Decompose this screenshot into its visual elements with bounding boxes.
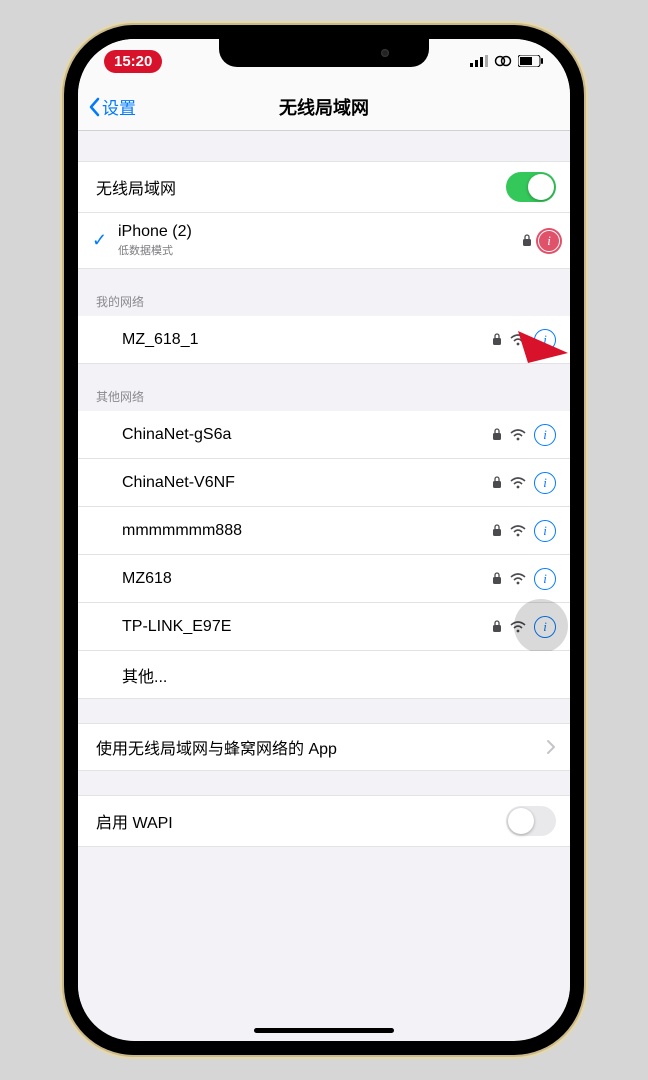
battery-icon [518,55,544,67]
network-row[interactable]: ChinaNet-V6NF i [78,459,570,507]
network-name: TP-LINK_E97E [122,618,231,636]
network-row[interactable]: mmmmmmm888 i [78,507,570,555]
lock-icon [492,333,502,346]
wifi-toggle-row[interactable]: 无线局域网 [78,161,570,213]
wapi-row[interactable]: 启用 WAPI [78,795,570,847]
annotation-arrow-icon [510,323,570,383]
chevron-left-icon [88,97,100,117]
home-indicator[interactable] [254,1028,394,1033]
back-button[interactable]: 设置 [88,94,136,119]
other-network-row[interactable]: 其他... [78,651,570,699]
info-button[interactable]: i [534,472,556,494]
back-label: 设置 [102,94,136,119]
cellular-icon [470,55,488,67]
wifi-label: 无线局域网 [96,175,176,199]
info-button[interactable]: i [534,424,556,446]
notch [219,39,429,67]
content[interactable]: 无线局域网 ✓ iPhone (2) 低数据模式 i [78,131,570,1037]
connected-name: iPhone (2) [118,223,192,241]
lock-icon [492,476,502,489]
status-icons [470,55,544,67]
connected-mode: 低数据模式 [118,242,192,258]
lock-icon [492,524,502,537]
info-button[interactable]: i [534,616,556,638]
wifi-icon [510,429,526,441]
screen: 15:20 设置 无线局域网 无线局域网 [78,39,570,1041]
lock-icon [492,428,502,441]
network-row[interactable]: ChinaNet-gS6a i [78,411,570,459]
nav-bar: 设置 无线局域网 [78,83,570,131]
hotspot-icon [494,55,512,67]
apps-row-label: 使用无线局域网与蜂窝网络的 App [96,735,337,759]
network-name: ChinaNet-gS6a [122,426,231,444]
chevron-right-icon [546,739,556,755]
network-name: mmmmmmm888 [122,522,242,540]
network-row[interactable]: TP-LINK_E97E i [78,603,570,651]
other-networks-header: 其他网络 [78,388,570,411]
wifi-icon [510,477,526,489]
network-row[interactable]: MZ618 i [78,555,570,603]
apps-using-wifi-row[interactable]: 使用无线局域网与蜂窝网络的 App [78,723,570,771]
wifi-toggle[interactable] [506,172,556,202]
wapi-label: 启用 WAPI [96,809,173,833]
my-networks-header: 我的网络 [78,293,570,316]
network-name: ChinaNet-V6NF [122,474,235,492]
status-time: 15:20 [104,50,162,73]
checkmark-icon: ✓ [92,230,114,251]
wapi-toggle[interactable] [506,806,556,836]
wifi-icon [510,621,526,633]
phone-frame: 15:20 设置 无线局域网 无线局域网 [64,25,584,1055]
connected-network-row[interactable]: ✓ iPhone (2) 低数据模式 i [78,213,570,269]
info-button[interactable]: i [534,520,556,542]
network-name: MZ_618_1 [122,331,199,349]
lock-icon [492,620,502,633]
lock-icon [522,234,532,247]
info-button[interactable]: i [534,568,556,590]
info-button[interactable]: i [536,228,562,254]
wifi-icon [510,525,526,537]
lock-icon [492,572,502,585]
network-row[interactable]: MZ_618_1 i [78,316,570,364]
page-title: 无线局域网 [88,94,560,120]
other-label: 其他... [122,663,167,687]
network-name: MZ618 [122,570,172,588]
wifi-icon [510,573,526,585]
